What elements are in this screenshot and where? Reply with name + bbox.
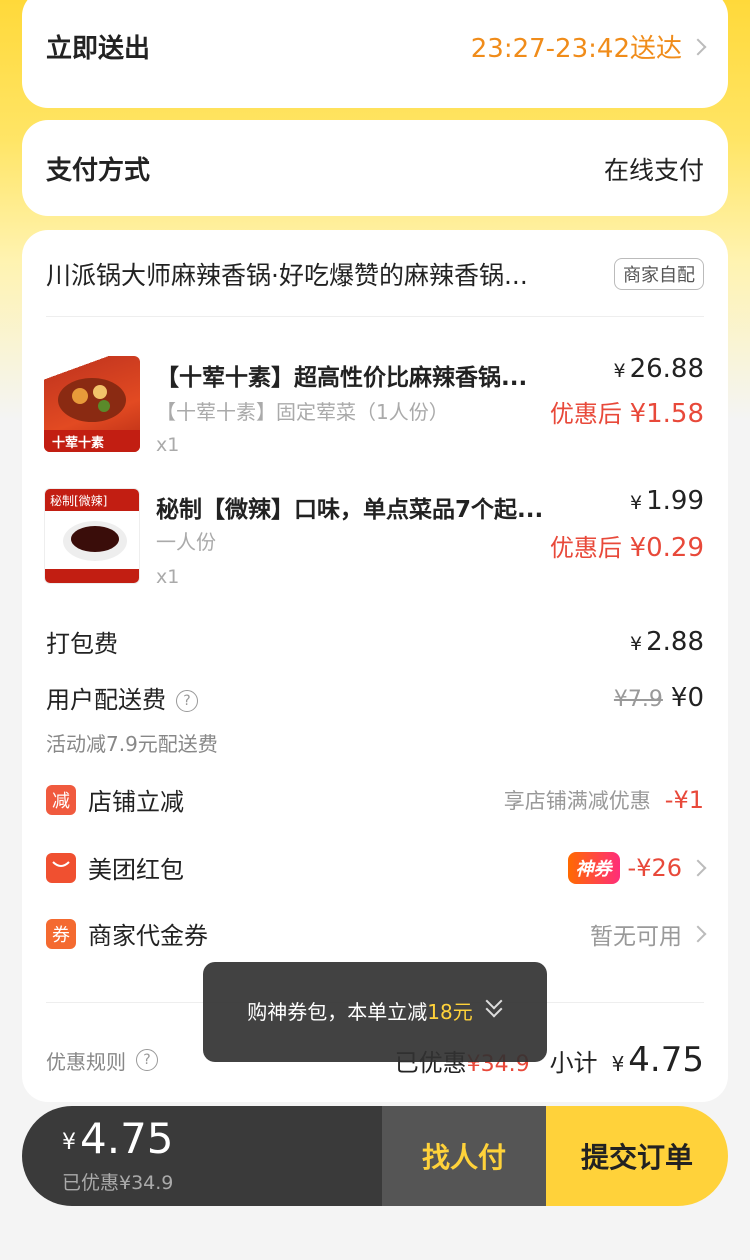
discount-rules[interactable]: 优惠规则?: [46, 1046, 158, 1075]
food-image-text: 秘制[微辣]: [50, 494, 108, 508]
discount-label: 美团红包: [88, 856, 184, 884]
toast-text: 购神券包，本单立减: [247, 1000, 428, 1024]
food-image-text: 十荤十素: [52, 436, 105, 451]
discount-value: ¥0.29: [629, 533, 704, 563]
packing-fee-label: 打包费: [46, 630, 118, 658]
currency-symbol: ¥: [613, 360, 626, 382]
delivery-card[interactable]: 立即送出 23:27-23:42送达: [22, 0, 728, 108]
red-packet-icon: [46, 852, 76, 883]
double-chevron-down-icon: [485, 996, 503, 1018]
shop-name[interactable]: 川派锅大师麻辣香锅·好吃爆赞的麻辣香锅...: [46, 256, 586, 292]
delivery-fee-label: 用户配送费?: [46, 680, 198, 715]
payment-method: 在线支付: [603, 155, 704, 185]
packing-fee-value: ¥2.88: [630, 627, 704, 657]
bottom-bar: ¥ 4.75 已优惠¥34.9 找人付 提交订单: [22, 1106, 728, 1206]
currency-symbol: ¥: [62, 1130, 76, 1155]
delivery-fee-value: ¥7.9 ¥0: [614, 683, 704, 713]
payment-label: 支付方式: [46, 156, 151, 186]
discount-value: ¥1.58: [629, 399, 704, 429]
item-quantity: x1: [156, 434, 180, 456]
discount-label: 商家代金券: [88, 922, 208, 950]
delivery-type-badge: 商家自配: [614, 258, 704, 290]
item-name: 秘制【微辣】口味，单点菜品7个起...: [156, 497, 544, 523]
delivery-label: 立即送出: [46, 34, 151, 64]
delivery-fee-text: 用户配送费: [46, 686, 166, 714]
item-name: 【十荤十素】超高性价比麻辣香锅...: [156, 365, 528, 391]
item-discount-price: 优惠后 ¥0.29: [550, 528, 704, 563]
discount-value: -¥26: [627, 853, 682, 882]
subtotal-amount: 4.75: [628, 1040, 704, 1080]
delivery-fee-original: ¥7.9: [613, 686, 663, 712]
packing-fee-amount: 2.88: [646, 626, 704, 657]
coupon-badge: 神券: [567, 851, 620, 884]
item-spec: 【十荤十素】固定荤菜（1人份）: [156, 400, 449, 424]
discount-desc: 享店铺满减优惠: [503, 788, 651, 813]
submit-order-button[interactable]: 提交订单: [546, 1106, 728, 1206]
subtotal-label: 小计: [549, 1049, 598, 1077]
discount-row-redpacket[interactable]: 美团红包 神券 -¥26: [46, 850, 707, 885]
delivery-time[interactable]: 23:27-23:42送达: [471, 28, 682, 65]
discount-row-shop: 减店铺立减 享店铺满减优惠 -¥1: [46, 782, 704, 817]
discount-icon: 减: [46, 784, 76, 815]
discount-row-voucher[interactable]: 券商家代金券 暂无可用: [46, 916, 707, 951]
voucher-status: 暂无可用: [590, 923, 682, 950]
payment-card[interactable]: 支付方式 在线支付: [22, 120, 728, 216]
help-icon: ?: [136, 1049, 158, 1071]
delivery-fee-note: 活动减7.9元配送费: [46, 732, 218, 756]
item-price-value: 1.99: [646, 486, 704, 516]
currency-symbol: ¥: [611, 1052, 625, 1076]
item-price: ¥26.88: [613, 354, 704, 384]
voucher-icon: 券: [46, 918, 76, 949]
discount-rules-label: 优惠规则: [46, 1049, 126, 1074]
discount-label: 店铺立减: [88, 788, 184, 816]
delivery-fee-amount: ¥0: [670, 682, 704, 713]
coupon-toast[interactable]: 购神券包，本单立减 18元: [203, 962, 547, 1062]
help-icon[interactable]: ?: [176, 690, 198, 712]
item-quantity: x1: [156, 566, 180, 588]
divider: [46, 316, 704, 317]
total-saved: 已优惠¥34.9: [62, 1172, 174, 1194]
item-spec: 一人份: [156, 530, 216, 554]
total-amount: 4.75: [80, 1114, 174, 1163]
item-price-value: 26.88: [629, 354, 704, 384]
item-discount-price: 优惠后 ¥1.58: [550, 394, 704, 429]
chevron-right-icon: [689, 38, 707, 55]
currency-symbol: ¥: [630, 632, 643, 655]
discount-prefix: 优惠后: [549, 534, 622, 562]
chevron-right-icon: [689, 859, 707, 876]
pay-for-me-button[interactable]: 找人付: [382, 1106, 546, 1206]
toast-highlight: 18元: [427, 1000, 473, 1024]
item-price: ¥1.99: [630, 486, 704, 516]
chevron-right-icon: [689, 925, 707, 942]
discount-value: -¥1: [664, 785, 704, 814]
currency-symbol: ¥: [630, 492, 643, 514]
discount-prefix: 优惠后: [549, 400, 622, 428]
total-panel: ¥ 4.75 已优惠¥34.9: [22, 1106, 382, 1206]
